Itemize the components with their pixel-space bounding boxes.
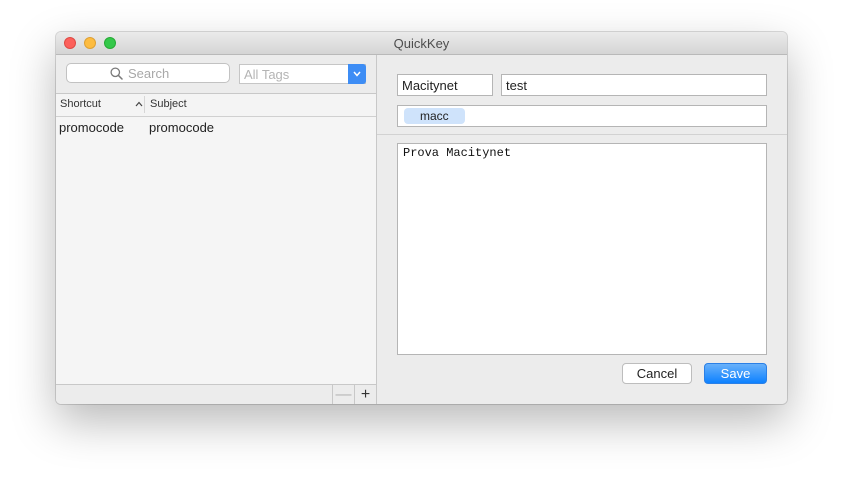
shortcut-list-pane: Search All Tags Shortcut Subject promoco… [56, 55, 377, 404]
divider [377, 134, 787, 135]
column-divider[interactable] [144, 96, 145, 113]
editor-pane: Macitynet test macc Prova Macitynet Canc… [377, 55, 787, 404]
sort-ascending-icon [135, 101, 143, 107]
tags-token-field[interactable]: macc [397, 105, 767, 127]
remove-shortcut-button[interactable]: — [332, 385, 354, 404]
cell-subject: promocode [149, 120, 215, 135]
tags-filter-value: All Tags [244, 67, 290, 82]
table-row[interactable]: promocode promocode [56, 117, 376, 137]
tags-filter-select[interactable]: All Tags [239, 64, 366, 84]
search-field[interactable]: Search [66, 63, 230, 83]
chevron-down-icon [353, 71, 361, 77]
title-bar: QuickKey [56, 32, 787, 55]
add-shortcut-button[interactable]: + [354, 385, 376, 404]
column-header-shortcut[interactable]: Shortcut [60, 98, 101, 110]
cancel-button[interactable]: Cancel [622, 363, 692, 384]
column-header-subject[interactable]: Subject [150, 98, 187, 110]
tag-token[interactable]: macc [404, 108, 465, 124]
shortcut-field-value: Macitynet [402, 78, 458, 93]
table-header: Shortcut Subject [56, 94, 376, 117]
shortcuts-table: Shortcut Subject promocode promocode [56, 93, 376, 384]
list-action-bar: — + [56, 384, 376, 404]
subject-field[interactable]: test [501, 74, 767, 96]
app-window: QuickKey Search All Tags Shortcut Subjec… [56, 32, 787, 404]
subject-field-value: test [506, 78, 527, 93]
body-text-area[interactable]: Prova Macitynet [397, 143, 767, 355]
save-button[interactable]: Save [704, 363, 767, 384]
search-placeholder: Search [128, 66, 170, 81]
tags-filter-dropdown-button[interactable] [348, 64, 366, 84]
cell-shortcut: promocode [59, 120, 125, 135]
body-text: Prova Macitynet [403, 146, 512, 160]
window-title: QuickKey [393, 36, 450, 51]
search-icon [110, 67, 123, 80]
shortcut-field[interactable]: Macitynet [397, 74, 493, 96]
